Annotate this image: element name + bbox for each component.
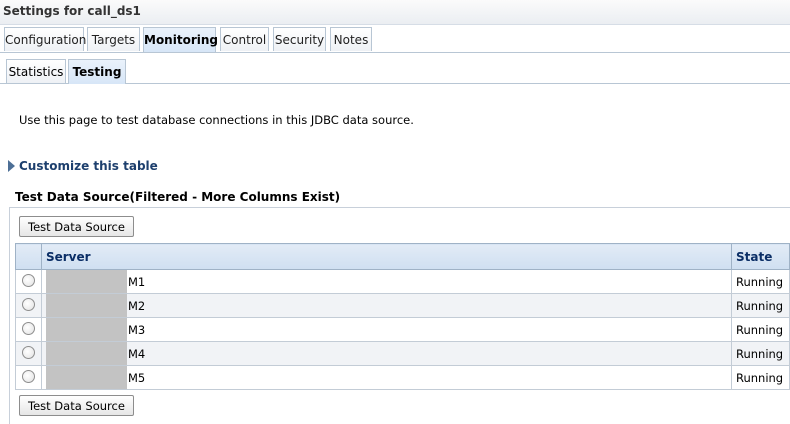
tab-monitoring[interactable]: Monitoring: [143, 27, 218, 52]
table-title: Test Data Source(Filtered - More Columns…: [15, 190, 341, 204]
expand-triangle-icon: [8, 159, 15, 172]
server-name: M2: [127, 299, 146, 313]
test-data-source-button-top[interactable]: Test Data Source: [19, 216, 134, 237]
row-radio[interactable]: [21, 297, 35, 311]
tab-testing[interactable]: Testing: [68, 59, 126, 84]
column-header-state[interactable]: State: [730, 243, 790, 270]
customize-link-label: Customize this table: [19, 159, 158, 173]
page-title: Settings for call_ds1: [3, 4, 141, 18]
server-state: Running: [730, 341, 790, 366]
table-row[interactable]: M3 Running: [15, 317, 790, 342]
main-tab-bar: Configuration Targets Monitoring Control…: [0, 27, 790, 53]
table-row[interactable]: M2 Running: [15, 293, 790, 318]
server-name: M5: [127, 371, 146, 385]
redacted-block: [45, 342, 127, 365]
redacted-block: [45, 318, 127, 341]
row-radio[interactable]: [21, 321, 35, 335]
data-table: Server State M1 Running M2 Running M3 Ru…: [15, 243, 790, 390]
tab-configuration[interactable]: Configuration: [4, 27, 86, 51]
server-state: Running: [730, 365, 790, 390]
server-name: M1: [127, 275, 146, 289]
intro-text: Use this page to test database connectio…: [19, 113, 414, 127]
server-state: Running: [730, 293, 790, 318]
row-radio[interactable]: [21, 369, 35, 383]
server-state: Running: [730, 317, 790, 342]
table-row[interactable]: M1 Running: [15, 269, 790, 294]
test-data-source-button-bottom[interactable]: Test Data Source: [19, 395, 134, 416]
row-radio[interactable]: [21, 345, 35, 359]
row-radio[interactable]: [21, 273, 35, 287]
tab-notes[interactable]: Notes: [330, 27, 372, 51]
server-name: M3: [127, 323, 146, 337]
table-row[interactable]: M4 Running: [15, 341, 790, 366]
redacted-block: [45, 366, 127, 389]
tab-security[interactable]: Security: [273, 27, 326, 51]
redacted-block: [45, 270, 127, 293]
server-state: Running: [730, 269, 790, 294]
select-column-header: [15, 243, 42, 270]
redacted-block: [45, 294, 127, 317]
column-header-server[interactable]: Server: [40, 243, 732, 270]
tab-targets[interactable]: Targets: [87, 27, 140, 51]
tab-control[interactable]: Control: [220, 27, 269, 51]
sub-tab-bar: Statistics Testing: [0, 57, 790, 84]
customize-table-link[interactable]: Customize this table: [8, 159, 158, 173]
server-name: M4: [127, 347, 146, 361]
title-bar: Settings for call_ds1: [0, 0, 790, 25]
tab-statistics[interactable]: Statistics: [6, 59, 66, 83]
table-row[interactable]: M5 Running: [15, 365, 790, 390]
